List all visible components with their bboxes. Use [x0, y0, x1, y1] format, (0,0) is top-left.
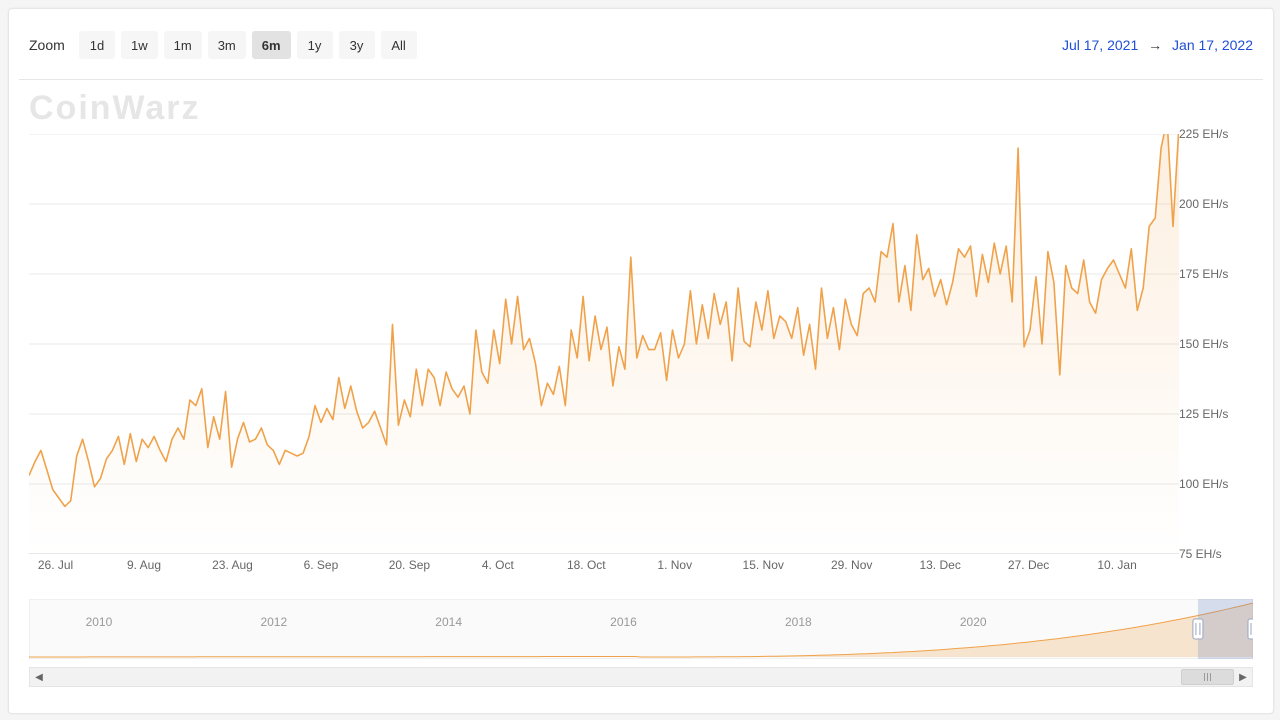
chart-toolbar: Zoom 1d1w1m3m6m1y3yAll Jul 17, 2021 → Ja… [19, 19, 1263, 80]
range-arrow-icon: → [1148, 37, 1162, 53]
x-tick-label: 15. Nov [743, 558, 784, 572]
y-tick-label: 100 EH/s [1179, 477, 1228, 491]
zoom-all-button[interactable]: All [381, 31, 417, 59]
y-tick-label: 225 EH/s [1179, 127, 1228, 141]
x-tick-label: 1. Nov [657, 558, 692, 572]
main-plot-area: 75 EH/s100 EH/s125 EH/s150 EH/s175 EH/s2… [29, 134, 1253, 554]
navigator-tick-label: 2016 [610, 615, 637, 629]
y-axis: 75 EH/s100 EH/s125 EH/s150 EH/s175 EH/s2… [1179, 134, 1253, 554]
scroll-thumb[interactable] [1181, 669, 1234, 685]
zoom-3m-button[interactable]: 3m [208, 31, 246, 59]
date-range: Jul 17, 2021 → Jan 17, 2022 [1062, 37, 1253, 53]
chart-card: Zoom 1d1w1m3m6m1y3yAll Jul 17, 2021 → Ja… [8, 8, 1274, 714]
zoom-6m-button[interactable]: 6m [252, 31, 291, 59]
range-to-link[interactable]: Jan 17, 2022 [1172, 37, 1253, 53]
y-tick-label: 150 EH/s [1179, 337, 1228, 351]
zoom-label: Zoom [29, 37, 65, 53]
zoom-1m-button[interactable]: 1m [164, 31, 202, 59]
zoom-1w-button[interactable]: 1w [121, 31, 158, 59]
x-tick-label: 10. Jan [1097, 558, 1136, 572]
x-axis: 26. Jul 9. Aug 23. Aug 6. Sep 20. Sep 4. Oct 1… [29, 558, 1179, 576]
navigator-handle-left[interactable] [1193, 619, 1203, 639]
range-from-link[interactable]: Jul 17, 2021 [1062, 37, 1138, 53]
scroll-track[interactable] [48, 668, 1234, 686]
navigator-scrollbar[interactable]: ◀ ▶ [29, 667, 1253, 687]
x-tick-label: 23. Aug [212, 558, 253, 572]
y-tick-label: 200 EH/s [1179, 197, 1228, 211]
navigator-tick-label: 2014 [435, 615, 462, 629]
zoom-3y-button[interactable]: 3y [339, 31, 375, 59]
y-tick-label: 75 EH/s [1179, 547, 1222, 561]
x-tick-label: 20. Sep [389, 558, 430, 572]
x-tick-label: 9. Aug [127, 558, 161, 572]
navigator[interactable]: 2010 2012 2014 2016 2018 2020 [29, 599, 1253, 659]
zoom-1y-button[interactable]: 1y [297, 31, 333, 59]
y-tick-label: 175 EH/s [1179, 267, 1228, 281]
x-tick-label: 13. Dec [919, 558, 960, 572]
x-tick-label: 29. Nov [831, 558, 872, 572]
navigator-tick-label: 2020 [960, 615, 987, 629]
x-tick-label: 4. Oct [482, 558, 514, 572]
scroll-right-icon[interactable]: ▶ [1234, 669, 1252, 685]
scroll-left-icon[interactable]: ◀ [30, 669, 48, 685]
y-tick-label: 125 EH/s [1179, 407, 1228, 421]
navigator-tick-label: 2018 [785, 615, 812, 629]
zoom-button-group: 1d1w1m3m6m1y3yAll [79, 31, 417, 59]
navigator-tick-label: 2012 [260, 615, 287, 629]
x-tick-label: 27. Dec [1008, 558, 1049, 572]
x-tick-label: 26. Jul [38, 558, 73, 572]
x-tick-label: 18. Oct [567, 558, 606, 572]
watermark-logo: CoinWarz [29, 89, 201, 128]
navigator-tick-label: 2010 [86, 615, 113, 629]
zoom-1d-button[interactable]: 1d [79, 31, 115, 59]
x-tick-label: 6. Sep [304, 558, 339, 572]
hashrate-line-chart[interactable] [29, 134, 1179, 554]
